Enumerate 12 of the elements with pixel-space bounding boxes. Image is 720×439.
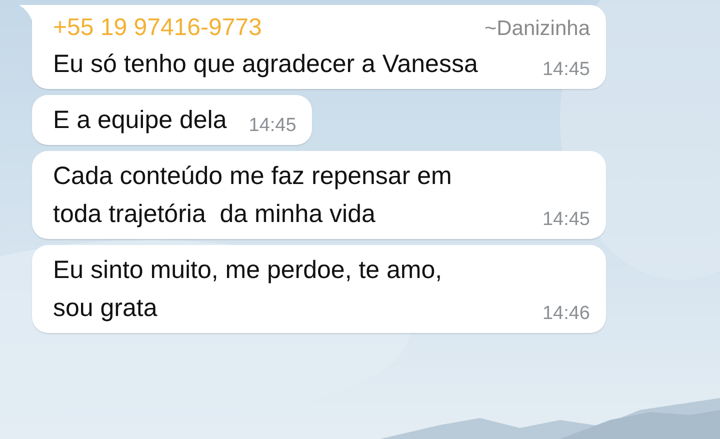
message-time: 14:46 bbox=[542, 302, 590, 326]
sender-phone: +55 19 97416-9773 bbox=[53, 13, 262, 43]
message-text: E a equipe dela bbox=[53, 105, 227, 136]
message-text: toda trajetória da minha vida bbox=[53, 199, 376, 230]
message-text: Eu só tenho que agradecer a Vanessa bbox=[53, 49, 478, 80]
message-time: 14:45 bbox=[248, 114, 296, 138]
message-text: Eu sinto muito, me perdoe, te amo, bbox=[53, 255, 444, 286]
message-time: 14:45 bbox=[542, 58, 590, 82]
sender-name: ~Danizinha bbox=[484, 17, 590, 41]
message-text: sou grata bbox=[53, 293, 158, 324]
message-time: 14:45 bbox=[542, 208, 590, 232]
message-text: Cada conteúdo me faz repensar em bbox=[53, 161, 453, 192]
